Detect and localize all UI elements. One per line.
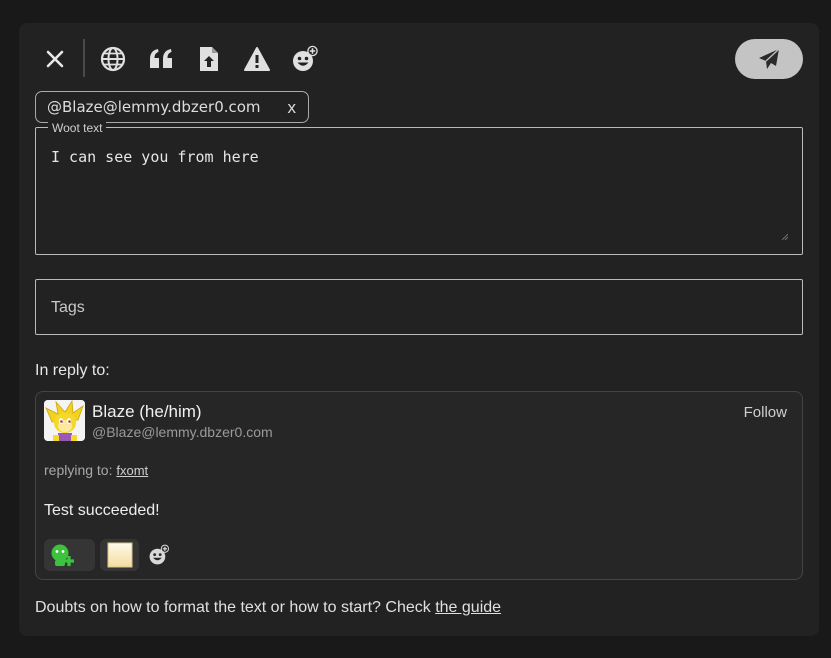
send-icon <box>759 48 780 69</box>
post-body: Test succeeded! <box>44 502 160 519</box>
visibility-button[interactable] <box>97 43 129 75</box>
send-button[interactable] <box>735 39 803 79</box>
reaction-bar <box>44 539 174 571</box>
compose-panel: @Blaze@lemmy.dbzer0.com x Woot text I ca… <box>19 23 819 636</box>
globe-icon <box>100 46 126 72</box>
quote-button[interactable] <box>145 43 177 75</box>
avatar-image <box>44 400 85 441</box>
follow-button[interactable]: Follow <box>744 404 787 421</box>
add-emoji-button[interactable] <box>289 43 321 75</box>
toolbar-separator <box>83 39 85 77</box>
avatar[interactable] <box>44 400 85 441</box>
author-name[interactable]: Blaze (he/him) <box>92 402 202 422</box>
reaction-chip-1[interactable] <box>44 539 95 571</box>
compose-toolbar <box>19 23 819 95</box>
replying-to-user-link[interactable]: fxomt <box>116 463 148 478</box>
guide-link[interactable]: the guide <box>435 599 501 616</box>
tags-input[interactable]: Tags <box>35 279 803 335</box>
quote-icon <box>150 49 172 68</box>
in-reply-to-label: In reply to: <box>35 362 110 379</box>
woot-text-value[interactable]: I can see you from here <box>51 148 259 166</box>
warning-icon <box>244 47 270 71</box>
close-icon <box>46 50 64 68</box>
resize-grip-icon[interactable] <box>782 234 788 240</box>
add-reaction-button[interactable] <box>144 539 174 571</box>
tags-placeholder: Tags <box>51 299 85 316</box>
replying-to-line: replying to: fxomt <box>44 462 148 478</box>
blank-note-emoji-icon <box>107 542 132 568</box>
upload-file-button[interactable] <box>193 43 225 75</box>
emoji-add-icon <box>149 544 170 565</box>
replying-to-prefix: replying to: <box>44 462 113 478</box>
mention-chip-remove-button[interactable]: x <box>288 98 297 118</box>
mention-chip-label: @Blaze@lemmy.dbzer0.com <box>47 98 261 116</box>
emoji-add-icon <box>293 45 318 71</box>
close-button[interactable] <box>39 43 71 75</box>
woot-text-field[interactable]: Woot text I can see you from here <box>35 121 803 255</box>
reaction-chip-2[interactable] <box>100 539 139 571</box>
content-warning-button[interactable] <box>241 43 273 75</box>
mention-chip: @Blaze@lemmy.dbzer0.com x <box>35 91 309 123</box>
file-upload-icon <box>200 47 218 71</box>
reply-post-card: Blaze (he/him) @Blaze@lemmy.dbzer0.com F… <box>35 391 803 580</box>
author-handle[interactable]: @Blaze@lemmy.dbzer0.com <box>92 424 273 440</box>
format-help-text: Doubts on how to format the text or how … <box>35 599 501 617</box>
format-help-prefix: Doubts on how to format the text or how … <box>35 599 436 616</box>
green-blob-add-emoji-icon <box>51 544 74 566</box>
woot-text-legend: Woot text <box>48 121 107 135</box>
